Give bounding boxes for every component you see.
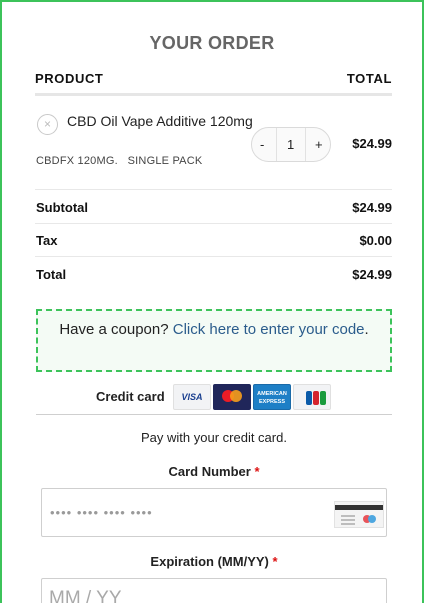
coupon-suffix: . xyxy=(364,321,369,338)
required-mark: * xyxy=(254,464,260,479)
card-number-placeholder: •••• •••• •••• •••• xyxy=(50,505,153,520)
credit-card-icon xyxy=(334,501,384,528)
header-product: PRODUCT xyxy=(35,71,104,86)
tax-label: Tax xyxy=(36,233,58,248)
expiration-label-text: Expiration (MM/YY) xyxy=(150,554,269,569)
card-number-label-text: Card Number xyxy=(168,464,251,479)
expiration-placeholder: MM / YY xyxy=(49,588,122,603)
order-table-header: PRODUCT TOTAL xyxy=(35,70,392,96)
card-number-label: Card Number * xyxy=(2,464,422,479)
subtotal-label: Subtotal xyxy=(36,200,88,215)
order-title: YOUR ORDER xyxy=(149,33,275,53)
visa-icon: VISA xyxy=(173,384,211,410)
payment-description: Pay with your credit card. xyxy=(141,430,287,445)
item-price: $24.99 xyxy=(352,136,392,151)
tax-value: $0.00 xyxy=(359,233,392,248)
expiration-input[interactable]: MM / YY xyxy=(41,578,387,603)
mastercard-icon xyxy=(213,384,251,410)
required-mark: * xyxy=(272,554,278,569)
product-name: CBD Oil Vape Additive 120mg xyxy=(67,113,253,129)
product-variant: CBDFX 120MG. SINGLE PACK xyxy=(36,155,203,167)
quantity-decrease-button[interactable]: - xyxy=(260,137,264,152)
expiration-label: Expiration (MM/YY) * xyxy=(2,554,422,569)
enter-coupon-link[interactable]: Click here to enter your code xyxy=(173,321,365,338)
header-total: TOTAL xyxy=(346,71,392,86)
quantity-increase-button[interactable]: + xyxy=(315,137,323,152)
payment-method-row[interactable]: Credit card VISA AMERICAN EXPRESS xyxy=(36,382,392,415)
total-value: $24.99 xyxy=(352,267,392,282)
quantity-input[interactable]: 1 xyxy=(287,137,294,152)
coupon-notice: Have a coupon? Click here to enter your … xyxy=(36,309,392,372)
jcb-icon xyxy=(293,384,331,410)
checkout-order-panel: YOUR ORDER PRODUCT TOTAL × CBD Oil Vape … xyxy=(0,0,424,603)
tax-row: Tax $0.00 xyxy=(35,223,392,257)
subtotal-row: Subtotal $24.99 xyxy=(35,190,392,224)
amex-icon: AMERICAN EXPRESS xyxy=(253,384,291,410)
subtotal-value: $24.99 xyxy=(352,200,392,215)
quantity-stepper: - 1 + xyxy=(251,127,331,162)
payment-method-label[interactable]: Credit card xyxy=(96,389,165,404)
total-label: Total xyxy=(36,267,67,282)
cart-item-row: × CBD Oil Vape Additive 120mg CBDFX 120M… xyxy=(35,98,392,190)
coupon-prompt: Have a coupon? xyxy=(59,321,169,338)
total-row: Total $24.99 xyxy=(35,257,392,291)
remove-item-icon[interactable]: × xyxy=(37,114,58,135)
card-number-input[interactable]: •••• •••• •••• •••• xyxy=(41,488,387,537)
